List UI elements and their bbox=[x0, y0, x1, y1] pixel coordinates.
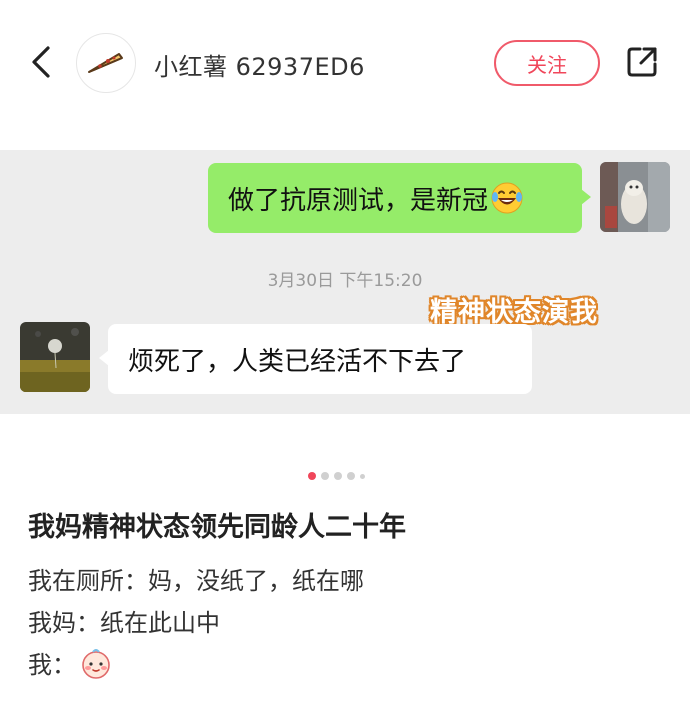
author-name[interactable]: 小红薯 62937ED6 bbox=[154, 47, 365, 82]
follow-button[interactable]: 关注 bbox=[494, 40, 600, 86]
carousel-dot[interactable] bbox=[308, 472, 316, 480]
sent-message-text: 做了抗原测试，是新冠 bbox=[228, 185, 489, 216]
dandelion-photo-avatar bbox=[20, 322, 90, 392]
blushing-face-emoji-icon bbox=[82, 648, 110, 679]
message-timestamp: 3月30日 下午15:20 bbox=[267, 271, 423, 291]
carousel-dot[interactable] bbox=[360, 473, 365, 479]
post-body-line: 我妈：纸在此山中 bbox=[28, 609, 220, 637]
sent-message-bubble: 做了抗原测试，是新冠 bbox=[208, 163, 591, 233]
carousel-dot[interactable] bbox=[347, 472, 355, 480]
cat-photo-avatar bbox=[600, 162, 670, 232]
received-message-bubble: 烦死了，人类已经活不下去了 bbox=[99, 324, 532, 394]
author-avatar[interactable] bbox=[76, 33, 136, 93]
share-icon[interactable] bbox=[624, 44, 660, 80]
laughing-tears-emoji-icon bbox=[491, 182, 523, 214]
pizza-slice-icon bbox=[88, 53, 123, 73]
carousel-dot[interactable] bbox=[321, 472, 329, 480]
carousel-dot[interactable] bbox=[334, 472, 342, 480]
post-body-line: 我在厕所：妈，没纸了，纸在哪 bbox=[28, 567, 364, 595]
post-body-line: 我： bbox=[28, 645, 112, 680]
top-bar: 小红薯 62937ED6 关注 bbox=[0, 0, 690, 130]
sender-avatar bbox=[600, 162, 670, 232]
receiver-avatar bbox=[20, 322, 90, 392]
received-message-text: 烦死了，人类已经活不下去了 bbox=[128, 346, 467, 377]
carousel-indicator bbox=[308, 472, 365, 480]
post-body-text: 我： bbox=[28, 651, 76, 679]
chevron-left-icon[interactable] bbox=[24, 42, 58, 82]
post-title: 我妈精神状态领先同龄人二十年 bbox=[28, 512, 406, 543]
chat-screenshot: 做了抗原测试，是新冠 3月30日 下午15:20 精神状态演我 烦死了，人类已经… bbox=[0, 150, 690, 414]
